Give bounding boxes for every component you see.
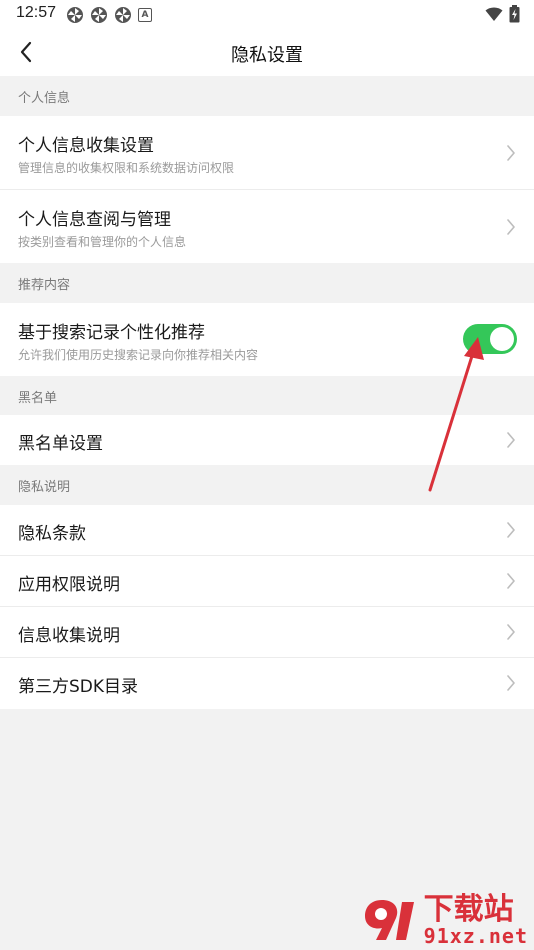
list-item-blacklist-settings[interactable]: 黑名单设置 xyxy=(0,415,534,465)
section-header-blacklist: 黑名单 xyxy=(0,376,534,416)
list-item-info-collection-note[interactable]: 信息收集说明 xyxy=(0,607,534,657)
a-badge-icon: A xyxy=(138,8,152,22)
list-item-app-permissions[interactable]: 应用权限说明 xyxy=(0,556,534,606)
watermark-title: 下载站 xyxy=(423,892,514,927)
pinwheel-icon xyxy=(91,7,107,23)
status-time: 12:57 xyxy=(16,4,57,21)
chevron-right-icon xyxy=(507,432,515,448)
row-title: 隐私条款 xyxy=(18,524,86,544)
battery-charging-icon xyxy=(509,5,520,23)
status-bar: 12:57 A xyxy=(0,0,534,28)
row-subtitle: 允许我们使用历史搜索记录向你推荐相关内容 xyxy=(18,348,259,362)
chevron-right-icon xyxy=(507,624,515,640)
notification-icons: A xyxy=(66,6,152,24)
row-title: 黑名单设置 xyxy=(18,434,103,454)
section-header-recommend: 推荐内容 xyxy=(0,263,534,303)
list-item-personalized-recommend: 基于搜索记录个性化推荐 允许我们使用历史搜索记录向你推荐相关内容 xyxy=(0,303,534,376)
row-subtitle: 按类别查看和管理你的个人信息 xyxy=(18,235,187,249)
section-header-privacy-note: 隐私说明 xyxy=(0,465,534,505)
pinwheel-icon xyxy=(67,7,83,23)
nav-bar: 隐私设置 xyxy=(0,28,534,76)
row-title: 个人信息收集设置 xyxy=(18,136,154,156)
row-title: 应用权限说明 xyxy=(18,575,120,595)
list-item-personal-info-collection[interactable]: 个人信息收集设置 管理信息的收集权限和系统数据访问权限 xyxy=(0,116,534,189)
row-title: 信息收集说明 xyxy=(18,626,120,646)
section-header-personal-info: 个人信息 xyxy=(0,76,534,116)
list-item-personal-info-manage[interactable]: 个人信息查阅与管理 按类别查看和管理你的个人信息 xyxy=(0,190,534,263)
chevron-right-icon xyxy=(507,219,515,235)
row-subtitle: 管理信息的收集权限和系统数据访问权限 xyxy=(18,161,235,175)
page-title: 隐私设置 xyxy=(231,45,303,66)
watermark-url: 91xz.net xyxy=(423,924,528,948)
personalized-recommend-toggle[interactable] xyxy=(463,324,517,354)
wifi-icon xyxy=(485,7,503,21)
chevron-right-icon xyxy=(507,522,515,538)
watermark-text: 下载站 91xz.net xyxy=(423,892,528,948)
chevron-right-icon xyxy=(507,573,515,589)
list-item-privacy-terms[interactable]: 隐私条款 xyxy=(0,505,534,555)
toggle-knob xyxy=(490,327,514,351)
row-title: 基于搜索记录个性化推荐 xyxy=(18,323,205,343)
status-right-icons xyxy=(485,5,520,23)
watermark-logo-icon xyxy=(364,900,414,940)
chevron-right-icon xyxy=(507,675,515,691)
row-title: 第三方SDK目录 xyxy=(18,677,139,697)
row-title: 个人信息查阅与管理 xyxy=(18,210,171,230)
pinwheel-icon xyxy=(115,7,131,23)
chevron-right-icon xyxy=(507,145,515,161)
watermark: 下载站 91xz.net xyxy=(362,894,528,946)
list-item-third-party-sdk[interactable]: 第三方SDK目录 xyxy=(0,658,534,709)
